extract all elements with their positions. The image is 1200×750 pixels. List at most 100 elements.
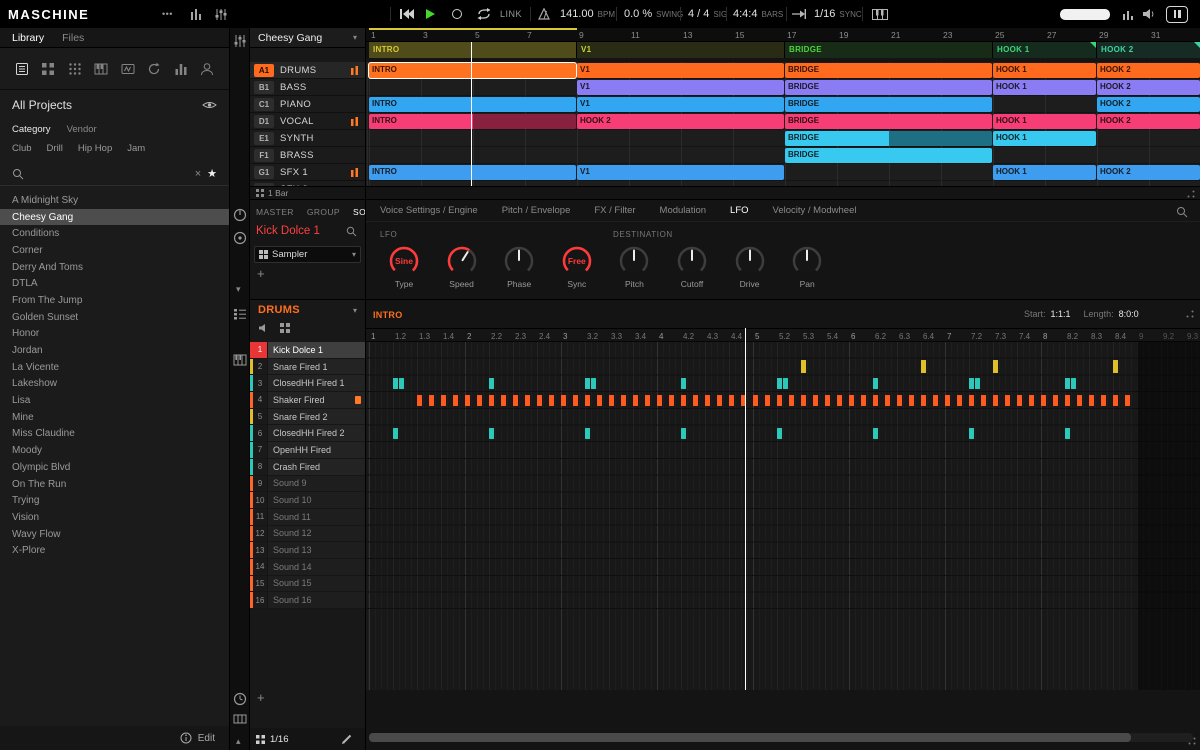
note-event[interactable] xyxy=(873,428,878,439)
eye-icon[interactable] xyxy=(202,100,217,110)
pattern-clip[interactable]: V1 xyxy=(577,80,784,95)
pattern-clip[interactable]: HOOK 2 xyxy=(1097,97,1200,112)
note-event[interactable] xyxy=(1017,395,1022,406)
search-icon[interactable] xyxy=(1176,206,1188,218)
filter-loops-icon[interactable] xyxy=(146,61,162,77)
list-item[interactable]: Vision xyxy=(0,509,229,526)
metronome-icon[interactable] xyxy=(538,0,550,28)
knob-dial[interactable] xyxy=(502,244,536,278)
pattern-clip[interactable]: HOOK 1 xyxy=(993,80,1096,95)
group-row[interactable]: A1DRUMS xyxy=(250,62,365,79)
note-event[interactable] xyxy=(1005,395,1010,406)
search-icon[interactable] xyxy=(346,226,357,237)
plugin-tab[interactable]: LFO xyxy=(730,205,748,216)
sig-value[interactable]: 4 / 4 xyxy=(688,8,709,20)
knob-sync[interactable]: FreeSync xyxy=(549,244,605,289)
note-event[interactable] xyxy=(441,395,446,406)
note-event[interactable] xyxy=(1065,395,1070,406)
note-event[interactable] xyxy=(489,428,494,439)
pattern-clip[interactable]: HOOK 2 xyxy=(577,114,784,129)
note-event[interactable] xyxy=(777,395,782,406)
plugin-tab[interactable]: Voice Settings / Engine xyxy=(380,205,478,216)
play-button[interactable] xyxy=(426,0,435,28)
note-event[interactable] xyxy=(1053,395,1058,406)
list-item[interactable]: A Midnight Sky xyxy=(0,192,229,209)
note-event[interactable] xyxy=(993,395,998,406)
note-event[interactable] xyxy=(801,360,806,373)
note-event[interactable] xyxy=(669,395,674,406)
note-event[interactable] xyxy=(465,395,470,406)
note-event[interactable] xyxy=(777,428,782,439)
channel-tab-group[interactable]: GROUP xyxy=(307,207,340,217)
pad-view-icon[interactable] xyxy=(280,323,290,333)
list-item[interactable]: Honor xyxy=(0,326,229,343)
note-event[interactable] xyxy=(873,395,878,406)
tag-club[interactable]: Club xyxy=(12,143,32,154)
knob-phase[interactable]: Phase xyxy=(491,244,547,289)
list-item[interactable]: Olympic Blvd xyxy=(0,459,229,476)
group-row[interactable]: B1BASS xyxy=(250,79,365,96)
note-event[interactable] xyxy=(1077,395,1082,406)
group-row[interactable]: G1SFX 1 xyxy=(250,164,365,181)
list-item[interactable]: Mine xyxy=(0,409,229,426)
list-item[interactable]: La Vicente xyxy=(0,359,229,376)
count-in-icon[interactable] xyxy=(233,714,247,724)
note-event[interactable] xyxy=(537,395,542,406)
sound-row[interactable]: 7OpenHH Fired xyxy=(250,442,365,459)
group-badge[interactable]: B1 xyxy=(254,81,274,94)
note-event[interactable] xyxy=(717,395,722,406)
sound-row[interactable]: 16Sound 16 xyxy=(250,592,365,609)
resize-handle-icon[interactable] xyxy=(1188,737,1196,745)
note-event[interactable] xyxy=(921,360,926,373)
keyboard-icon[interactable] xyxy=(872,0,888,28)
note-event[interactable] xyxy=(561,395,566,406)
tag-hip-hop[interactable]: Hip Hop xyxy=(78,143,112,154)
note-event[interactable] xyxy=(489,395,494,406)
knob-dial[interactable] xyxy=(617,244,651,278)
arranger-playhead[interactable] xyxy=(471,42,472,186)
scrollbar-thumb[interactable] xyxy=(369,733,1131,742)
mixer-icon[interactable] xyxy=(214,0,228,28)
master-volume-slider[interactable] xyxy=(1060,0,1110,28)
sound-row[interactable]: 5Snare Fired 2 xyxy=(250,409,365,426)
list-item[interactable]: Jordan xyxy=(0,342,229,359)
note-event[interactable] xyxy=(525,395,530,406)
filter-tab-vendor[interactable]: Vendor xyxy=(67,124,97,135)
group-row[interactable]: D1VOCAL xyxy=(250,113,365,130)
filter-user-icon[interactable] xyxy=(199,61,215,77)
knob-dial[interactable] xyxy=(675,244,709,278)
list-item[interactable]: Cheesy Gang xyxy=(0,209,229,226)
note-event[interactable] xyxy=(969,428,974,439)
step-grid-value[interactable]: 1/16 xyxy=(814,8,835,20)
note-event[interactable] xyxy=(1065,428,1070,439)
note-event[interactable] xyxy=(417,395,422,406)
pattern-clip[interactable]: HOOK 2 xyxy=(1097,165,1200,180)
knob-dial[interactable] xyxy=(445,244,479,278)
group-badge[interactable]: D1 xyxy=(254,115,274,128)
channel-tab-master[interactable]: MASTER xyxy=(256,207,294,217)
list-item[interactable]: Wavy Flow xyxy=(0,526,229,543)
note-event[interactable] xyxy=(573,395,578,406)
list-item[interactable]: Conditions xyxy=(0,225,229,242)
note-event[interactable] xyxy=(945,395,950,406)
note-event[interactable] xyxy=(813,395,818,406)
clear-search-icon[interactable]: × xyxy=(195,168,201,180)
list-item[interactable]: Lakeshow xyxy=(0,376,229,393)
note-event[interactable] xyxy=(597,395,602,406)
knob-drive[interactable]: Drive xyxy=(722,244,778,289)
sound-row[interactable]: 12Sound 12 xyxy=(250,526,365,543)
note-event[interactable] xyxy=(549,395,554,406)
audition-speaker-icon[interactable] xyxy=(258,323,270,333)
menu-dots-icon[interactable]: ••• xyxy=(162,0,173,28)
info-icon[interactable] xyxy=(180,732,192,744)
list-item[interactable]: Moody xyxy=(0,442,229,459)
step-grid[interactable] xyxy=(366,342,1200,690)
channel-properties-icon[interactable] xyxy=(233,208,247,222)
pattern-clip[interactable]: INTRO xyxy=(369,114,576,129)
resize-handle-icon[interactable] xyxy=(1186,310,1194,318)
sound-row[interactable]: 10Sound 10 xyxy=(250,492,365,509)
pattern-clip[interactable]: BRIDGE xyxy=(785,63,992,78)
note-event[interactable] xyxy=(513,395,518,406)
pattern-clip[interactable]: BRIDGE xyxy=(785,148,992,163)
sound-row[interactable]: 3ClosedHH Fired 1 xyxy=(250,375,365,392)
